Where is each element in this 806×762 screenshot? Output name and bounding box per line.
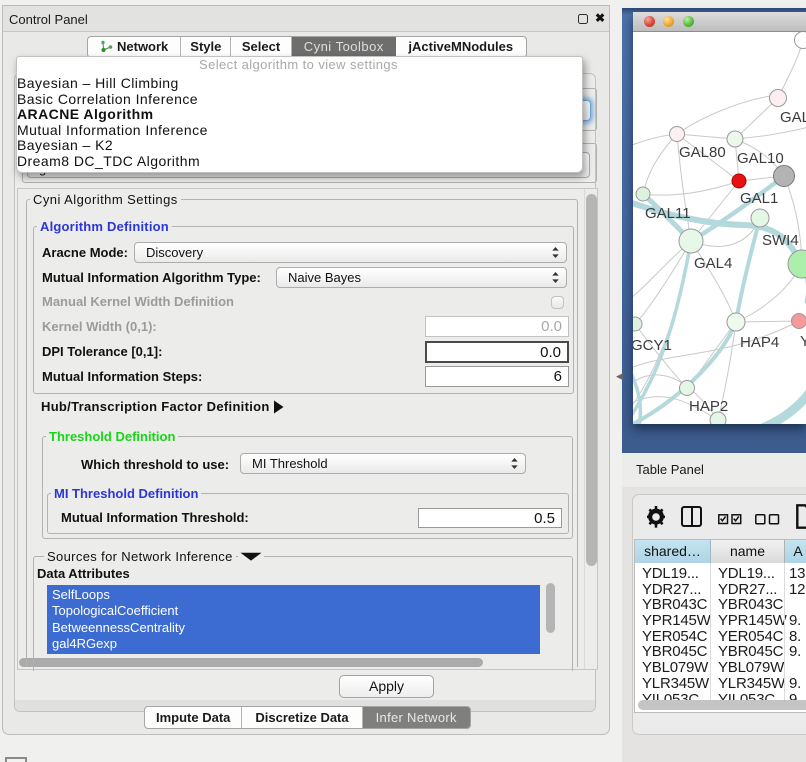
svg-text:GAL4: GAL4 — [694, 255, 732, 272]
svg-text:GAL: GAL — [780, 109, 806, 126]
svg-text:GAL10: GAL10 — [737, 150, 784, 167]
svg-text:GAL1: GAL1 — [740, 190, 778, 207]
svg-text:GCY1: GCY1 — [633, 337, 672, 354]
svg-text:SWI4: SWI4 — [762, 232, 799, 249]
svg-text:GAL11: GAL11 — [645, 205, 691, 222]
svg-text:GAL80: GAL80 — [679, 144, 726, 161]
svg-text:HAP2: HAP2 — [689, 398, 728, 415]
svg-text:Y: Y — [800, 333, 806, 350]
svg-text:HAP4: HAP4 — [740, 334, 779, 351]
